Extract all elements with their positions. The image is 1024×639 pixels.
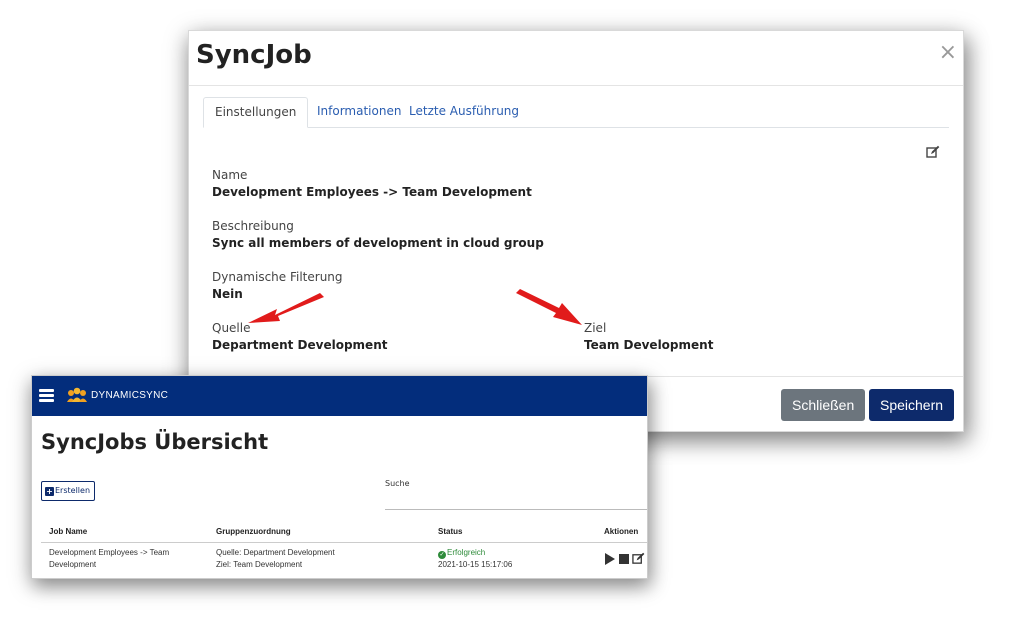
status-text: Erfolgreich <box>447 548 486 557</box>
edit-icon[interactable] <box>632 552 645 565</box>
column-header-job-name[interactable]: Job Name <box>49 527 87 536</box>
plus-icon: + <box>45 487 54 496</box>
column-header-gruppenzuordnung[interactable]: Gruppenzuordnung <box>216 527 291 536</box>
group-target: Ziel: Team Development <box>216 560 303 569</box>
close-button[interactable]: Schließen <box>781 389 866 421</box>
source-value: Department Development <box>212 338 388 352</box>
status-badge: ✓ Erfolgreich <box>438 547 485 559</box>
hamburger-menu-icon[interactable] <box>39 389 54 402</box>
column-header-aktionen: Aktionen <box>604 527 639 536</box>
navbar: DYNAMICSYNC <box>32 376 647 416</box>
close-icon[interactable]: × <box>939 42 957 64</box>
name-label: Name <box>212 168 248 182</box>
job-name-line1: Development Employees -> Team <box>49 548 170 557</box>
search-input[interactable] <box>385 490 647 510</box>
table-header-divider <box>41 542 647 543</box>
target-value: Team Development <box>584 338 714 352</box>
arrow-to-target <box>516 289 582 325</box>
tab-letzte-ausfuehrung[interactable]: Letzte Ausführung <box>398 97 530 126</box>
column-header-status[interactable]: Status <box>438 527 462 536</box>
save-button[interactable]: Speichern <box>869 389 955 421</box>
page-title: SyncJobs Übersicht <box>41 430 269 454</box>
tab-informationen[interactable]: Informationen <box>306 97 412 126</box>
edit-icon[interactable] <box>926 145 940 159</box>
tab-einstellungen[interactable]: Einstellungen <box>203 97 309 128</box>
create-button-label: Erstellen <box>55 486 91 495</box>
group-source: Quelle: Department Development <box>216 548 335 557</box>
name-value: Development Employees -> Team Developmen… <box>212 185 532 199</box>
dynamicsync-logo-icon <box>67 387 87 402</box>
job-name-line2: Development <box>49 560 97 569</box>
modal-header: SyncJob × <box>189 31 963 86</box>
stop-icon[interactable] <box>619 554 629 564</box>
arrow-to-source <box>248 293 324 323</box>
description-value: Sync all members of development in cloud… <box>212 236 544 250</box>
dynamic-filter-value: Nein <box>212 287 243 301</box>
create-button[interactable]: + Erstellen <box>41 481 96 501</box>
modal-title: SyncJob <box>196 40 312 70</box>
status-timestamp: 2021-10-15 15:17:06 <box>438 560 513 569</box>
syncjob-modal: SyncJob × Einstellungen Informationen Le… <box>188 30 964 432</box>
search-label: Suche <box>385 479 410 488</box>
dynamic-filter-label: Dynamische Filterung <box>212 270 343 284</box>
play-icon[interactable] <box>605 553 615 565</box>
check-circle-icon: ✓ <box>438 551 446 559</box>
brand-name: DYNAMICSYNC <box>91 390 169 401</box>
modal-tabs: Einstellungen Informationen Letzte Ausfü… <box>203 97 949 128</box>
syncjobs-app-window: DYNAMICSYNC SyncJobs Übersicht + Erstelle… <box>31 375 648 579</box>
description-label: Beschreibung <box>212 219 294 233</box>
